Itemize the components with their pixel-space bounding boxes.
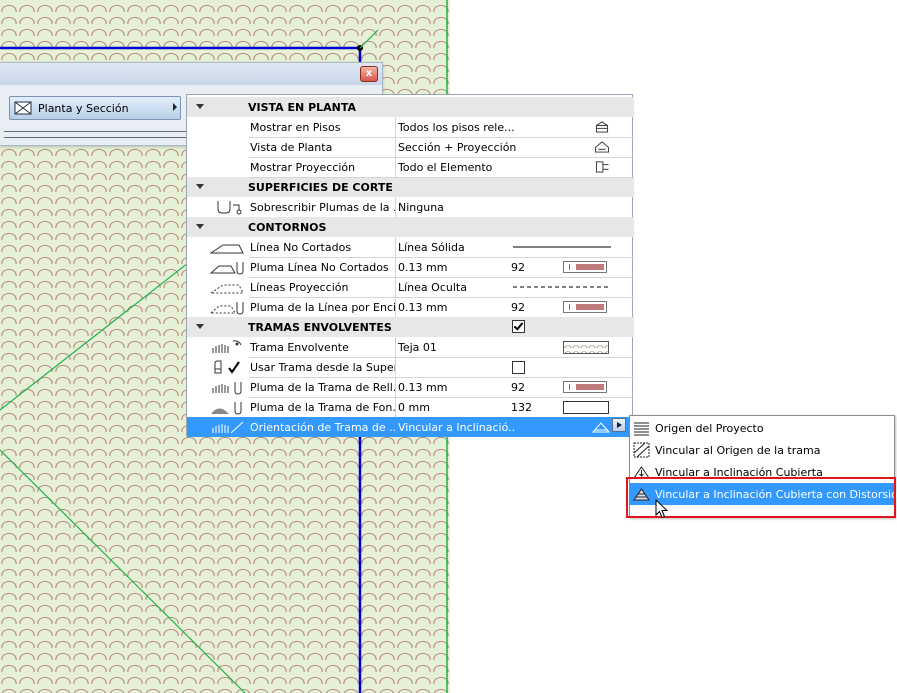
section-header-superficies-de-corte[interactable]: SUPERFICIES DE CORTE [187,177,634,197]
settings-row[interactable]: Trama Envolvente Teja 01 [187,337,634,357]
uncut-pen-icon [209,262,244,275]
row-value[interactable]: Todo el Elemento [398,161,516,174]
panel-selector-button[interactable]: Planta y Sección [9,96,181,120]
settings-panel: VISTA EN PLANTA Mostrar en Pisos Todos l… [186,94,634,437]
settings-row[interactable]: Pluma de la Trama de Rell... 0.13 mm 92 [187,377,634,397]
settings-row[interactable]: Usar Trama desde la Super... [187,357,634,377]
dashed-line-preview [513,286,611,288]
collapse-toggle-icon[interactable] [196,224,204,229]
section-title: TRAMAS ENVOLVENTES [248,321,392,334]
settings-row[interactable]: Línea No Cortados Línea Sólida [187,237,634,257]
background-pen-icon [211,402,242,415]
pen-color-swatch[interactable] [563,301,607,313]
row-label: Línea No Cortados [250,241,352,254]
settings-row[interactable]: Mostrar en Pisos Todos los pisos rele... [187,117,634,137]
row-value[interactable]: Teja 01 [398,341,516,354]
row-value[interactable]: Todos los pisos rele... [398,121,516,134]
row-label: Pluma de la Línea por Enci... [250,301,395,314]
row-value[interactable]: Ninguna [398,201,516,214]
projection-icon [595,161,609,173]
row-label: Mostrar en Pisos [250,121,341,134]
project-origin-icon [634,422,649,436]
collapse-toggle-icon[interactable] [196,324,204,329]
settings-row[interactable]: Líneas Proyección Línea Oculta [187,277,634,297]
section-header-vista-en-planta[interactable]: VISTA EN PLANTA [187,97,634,117]
menu-item-fill-origin[interactable]: Vincular al Origen de la trama [630,439,894,461]
menu-item-label: Vincular al Origen de la trama [655,444,821,457]
row-label: Pluma de la Trama de Fon... [250,401,395,414]
settings-row[interactable]: Pluma de la Trama de Fon... 0 mm 132 [187,397,634,417]
pen-color-swatch[interactable] [563,381,607,393]
settings-row[interactable]: Sobrescribir Plumas de la ... Ninguna [187,197,634,217]
close-icon[interactable]: x [360,66,378,82]
override-pens-icon [217,201,242,215]
row-label: Trama Envolvente [250,341,349,354]
floor-stack-icon [595,121,609,133]
chevron-right-icon [173,103,177,111]
row-label: Pluma de la Trama de Rell... [250,381,395,394]
row-label: Sobrescribir Plumas de la ... [250,201,395,214]
row-value[interactable]: Vincular a Inclinació... [398,421,516,434]
row-label: Usar Trama desde la Super... [250,361,395,374]
settings-row[interactable]: Pluma Línea No Cortados 0.13 mm 92 [187,257,634,277]
menu-item-project-origin[interactable]: Origen del Proyecto [630,417,894,439]
menu-item-label: Origen del Proyecto [655,422,764,435]
settings-row[interactable]: Mostrar Proyección Todo el Elemento [187,157,634,177]
cover-fills-checkbox[interactable] [512,320,525,333]
settings-row-selected[interactable]: Orientación de Trama de ... Vincular a I… [187,417,634,437]
row-value[interactable]: 0.13 mm [398,301,516,314]
row-value[interactable]: Línea Oculta [398,281,516,294]
roof-section-icon [595,141,609,153]
fill-pen-icon [212,382,242,395]
pen-number: 132 [511,401,532,414]
row-value[interactable]: Línea Sólida [398,241,516,254]
uncut-line-icon [209,244,244,254]
row-label: Orientación de Trama de ... [250,421,395,434]
row-value[interactable]: Sección + Proyección [398,141,516,154]
fill-preview-swatch[interactable] [563,341,609,354]
palette-titlebar[interactable]: x [0,63,382,85]
panel-selector-label: Planta y Sección [38,101,129,115]
overhead-pen-icon [209,302,244,315]
roof-slope-distorted-icon [592,422,610,433]
row-label: Vista de Planta [250,141,333,154]
solid-line-preview [513,246,611,248]
pen-number: 92 [511,381,525,394]
fill-origin-icon [633,442,650,458]
floor-plan-icon [14,101,32,115]
settings-row[interactable]: Pluma de la Línea por Enci... 0.13 mm 92 [187,297,634,317]
row-value[interactable]: 0.13 mm [398,381,516,394]
section-title: CONTORNOS [248,221,327,234]
overhead-line-icon [209,284,244,294]
fill-orientation-icon [212,421,244,434]
use-surface-fill-checkbox[interactable] [512,361,525,374]
collapse-toggle-icon[interactable] [196,184,204,189]
section-title: VISTA EN PLANTA [248,101,357,114]
row-value[interactable]: 0 mm [398,401,516,414]
section-header-contornos[interactable]: CONTORNOS [187,217,634,237]
use-surface-fill-icon [214,360,240,374]
collapse-toggle-icon[interactable] [196,104,204,109]
pen-color-swatch[interactable] [563,261,607,273]
row-label: Pluma Línea No Cortados [250,261,389,274]
pen-number: 92 [511,301,525,314]
dropdown-open-button[interactable] [612,418,626,432]
section-title: SUPERFICIES DE CORTE [248,181,393,194]
row-label: Líneas Proyección [250,281,349,294]
section-header-tramas-envolventes[interactable]: TRAMAS ENVOLVENTES [187,317,634,337]
mouse-cursor-icon [655,499,669,519]
pen-number: 92 [511,261,525,274]
row-label: Mostrar Proyección [250,161,356,174]
cover-fill-icon [212,340,242,353]
row-value[interactable]: 0.13 mm [398,261,516,274]
settings-row[interactable]: Vista de Planta Sección + Proyección [187,137,634,157]
empty-pen-swatch[interactable] [563,401,609,414]
